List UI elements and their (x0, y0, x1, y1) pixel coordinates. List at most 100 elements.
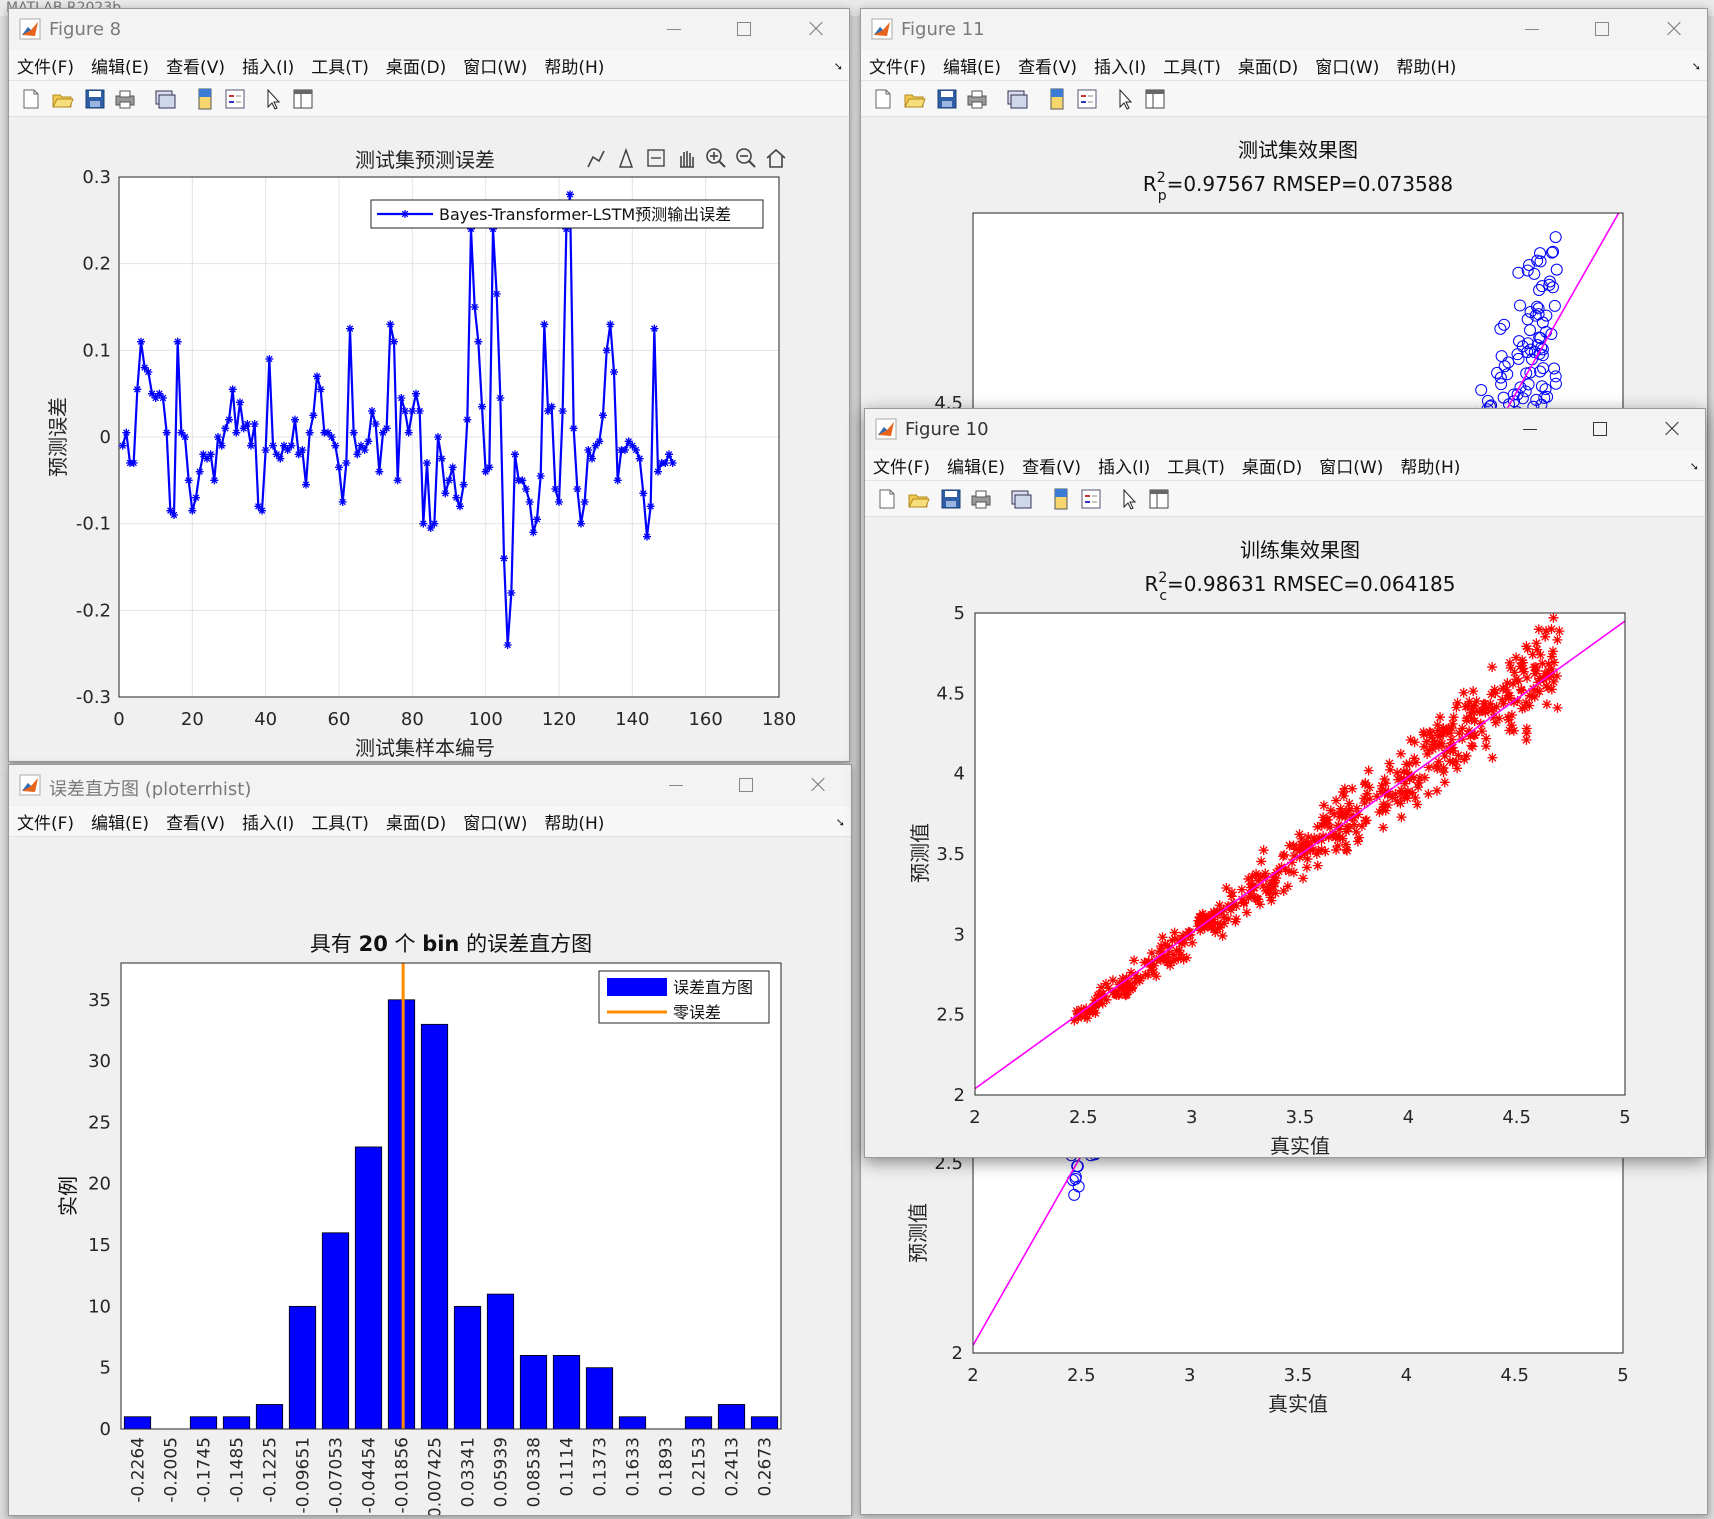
menu-item[interactable]: 桌面(D) (1238, 53, 1298, 78)
figure-8-window[interactable]: Figure 8 文件(F) 编辑(E) 查看(V) 插入(I) 工具(T) 桌面(D) 窗… (8, 8, 850, 762)
title-bar[interactable]: Figure 8 (9, 9, 849, 49)
new-figure-icon[interactable] (871, 87, 895, 111)
home-icon[interactable] (766, 148, 786, 168)
maximize-icon[interactable] (1565, 409, 1635, 449)
zoom-in-icon[interactable] (706, 148, 726, 168)
menu-item[interactable]: 插入(I) (1098, 453, 1150, 478)
menu-item[interactable]: 文件(F) (17, 809, 74, 834)
link-icon[interactable] (153, 87, 177, 111)
save-icon[interactable] (83, 87, 107, 111)
property-editor-icon[interactable] (291, 87, 315, 111)
menu-item[interactable]: 编辑(E) (947, 453, 1005, 478)
error-point (434, 433, 442, 441)
print-icon[interactable] (113, 87, 137, 111)
link-icon[interactable] (1005, 87, 1029, 111)
menu-item[interactable]: 工具(T) (311, 809, 369, 834)
pointer-icon[interactable] (261, 87, 285, 111)
menu-item[interactable]: 桌面(D) (1242, 453, 1302, 478)
zoom-out-icon[interactable] (736, 148, 756, 168)
open-file-icon[interactable] (51, 87, 75, 111)
print-icon[interactable] (965, 87, 989, 111)
pointer-icon[interactable] (1113, 87, 1137, 111)
menu-item[interactable]: 插入(I) (1094, 53, 1146, 78)
title-bar[interactable]: Figure 11 (861, 9, 1707, 49)
x-tick-label: 0.08538 (525, 1437, 545, 1507)
chart-title: 测试集预测误差 (355, 148, 495, 172)
title-bar[interactable]: Figure 10 (865, 409, 1705, 449)
x-tick-label: 4 (1403, 1107, 1414, 1128)
new-figure-icon[interactable] (875, 487, 899, 511)
menu-item[interactable]: 窗口(W) (463, 809, 527, 834)
brush-icon[interactable] (587, 150, 605, 168)
colorbar-icon[interactable] (1045, 87, 1069, 111)
menu-arrow-icon[interactable]: ➘ (834, 60, 843, 73)
menu-item[interactable]: 帮助(H) (1400, 453, 1460, 478)
property-editor-icon[interactable] (1143, 87, 1167, 111)
menu-item[interactable]: 文件(F) (869, 53, 926, 78)
minimize-icon[interactable] (1495, 409, 1565, 449)
close-icon[interactable] (781, 765, 851, 805)
maximize-icon[interactable] (1567, 9, 1637, 49)
save-icon[interactable] (935, 87, 959, 111)
legend-icon[interactable] (223, 87, 247, 111)
property-editor-icon[interactable] (1147, 487, 1171, 511)
histogram-bar (717, 1404, 746, 1430)
y-tick-label: 0 (100, 427, 111, 448)
colorbar-icon[interactable] (1049, 487, 1073, 511)
menu-item[interactable]: 文件(F) (873, 453, 930, 478)
menu-item[interactable]: 窗口(W) (463, 53, 527, 78)
menu-item[interactable]: 工具(T) (1167, 453, 1225, 478)
open-file-icon[interactable] (903, 87, 927, 111)
menu-item[interactable]: 桌面(D) (386, 809, 446, 834)
colorbar-icon[interactable] (193, 87, 217, 111)
menu-item[interactable]: 查看(V) (1022, 453, 1081, 478)
rotate-icon[interactable] (647, 149, 665, 167)
legend-icon[interactable] (1075, 87, 1099, 111)
minimize-icon[interactable] (1497, 9, 1567, 49)
menu-item[interactable]: 文件(F) (17, 53, 74, 78)
y-tick-label: 0.1 (82, 340, 111, 361)
new-figure-icon[interactable] (19, 87, 43, 111)
menu-arrow-icon[interactable]: ➘ (1692, 60, 1701, 73)
menu-arrow-icon[interactable]: ➘ (1690, 460, 1699, 473)
print-icon[interactable] (969, 487, 993, 511)
menu-item[interactable]: 查看(V) (166, 53, 225, 78)
x-axis-label: 真实值 (1268, 1392, 1328, 1416)
close-icon[interactable] (1637, 9, 1707, 49)
menu-item[interactable]: 帮助(H) (544, 53, 604, 78)
minimize-icon[interactable] (639, 9, 709, 49)
menu-item[interactable]: 工具(T) (1163, 53, 1221, 78)
link-icon[interactable] (1009, 487, 1033, 511)
minimize-icon[interactable] (641, 765, 711, 805)
pointer-icon[interactable] (1117, 487, 1141, 511)
toolbar (861, 81, 1707, 117)
menu-item[interactable]: 查看(V) (1018, 53, 1077, 78)
menu-item[interactable]: 窗口(W) (1319, 453, 1383, 478)
menu-arrow-icon[interactable]: ➘ (836, 816, 845, 829)
menu-item[interactable]: 插入(I) (242, 53, 294, 78)
data-tip-icon[interactable] (618, 147, 634, 168)
error-point (404, 428, 413, 437)
menu-item[interactable]: 帮助(H) (544, 809, 604, 834)
menu-item[interactable]: 编辑(E) (91, 809, 149, 834)
menu-item[interactable]: 桌面(D) (386, 53, 446, 78)
legend-marker (401, 210, 409, 218)
maximize-icon[interactable] (711, 765, 781, 805)
menu-item[interactable]: 编辑(E) (943, 53, 1001, 78)
maximize-icon[interactable] (709, 9, 779, 49)
menu-item[interactable]: 工具(T) (311, 53, 369, 78)
menu-item[interactable]: 插入(I) (242, 809, 294, 834)
save-icon[interactable] (939, 487, 963, 511)
pan-icon[interactable] (680, 151, 694, 168)
menu-item[interactable]: 帮助(H) (1396, 53, 1456, 78)
legend-icon[interactable] (1079, 487, 1103, 511)
close-icon[interactable] (779, 9, 849, 49)
menu-item[interactable]: 窗口(W) (1315, 53, 1379, 78)
menu-item[interactable]: 查看(V) (166, 809, 225, 834)
figure-10-window[interactable]: Figure 10 文件(F) 编辑(E) 查看(V) 插入(I) 工具(T) 桌面(D)… (864, 408, 1706, 1158)
menu-item[interactable]: 编辑(E) (91, 53, 149, 78)
error-histogram-window[interactable]: 误差直方图 (ploterrhist) 文件(F) 编辑(E) 查看(V) 插入(I)… (8, 764, 852, 1516)
open-file-icon[interactable] (907, 487, 931, 511)
title-bar[interactable]: 误差直方图 (ploterrhist) (9, 765, 851, 805)
close-icon[interactable] (1635, 409, 1705, 449)
